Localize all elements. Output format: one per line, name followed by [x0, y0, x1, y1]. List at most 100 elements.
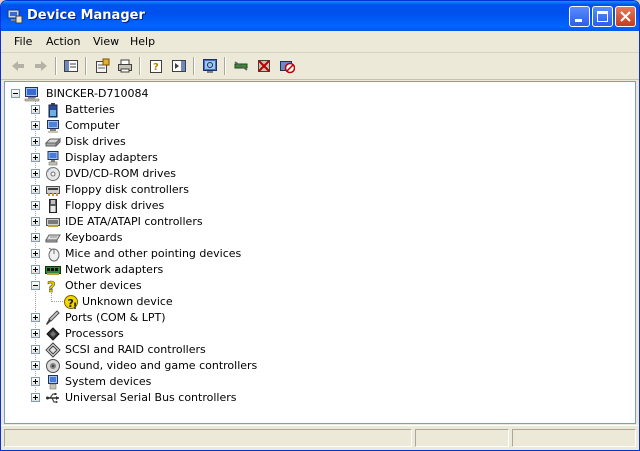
menu-help[interactable]: Help: [130, 35, 155, 48]
forward-icon[interactable]: [30, 56, 52, 76]
tree-item-disk-drives[interactable]: Disk drives: [5, 134, 305, 150]
device-manager-window: Device Manager File Action View Help ? B…: [0, 0, 640, 451]
expand-toggle[interactable]: [31, 393, 40, 402]
toolbar-separator: [224, 57, 226, 75]
show-hide-tree-icon[interactable]: [60, 56, 82, 76]
tree-item-batteries[interactable]: Batteries: [5, 102, 305, 118]
maximize-button[interactable]: [592, 6, 613, 27]
tree-root-label: BINCKER-D710084: [46, 87, 149, 100]
expand-toggle[interactable]: [31, 105, 40, 114]
expand-toggle[interactable]: [31, 233, 40, 242]
tree-item-scsi-raid[interactable]: SCSI and RAID controllers: [5, 342, 305, 358]
tree-item-label: DVD/CD-ROM drives: [65, 167, 176, 180]
tree-item-ide-controllers[interactable]: IDE ATA/ATAPI controllers: [5, 214, 305, 230]
print-icon[interactable]: [114, 56, 136, 76]
computer-icon: [45, 118, 61, 134]
tree-item-system-devices[interactable]: System devices: [5, 374, 305, 390]
status-bar: [1, 425, 639, 450]
expand-toggle[interactable]: [31, 313, 40, 322]
tree-item-usb-controllers[interactable]: Universal Serial Bus controllers: [5, 390, 305, 406]
expand-toggle[interactable]: [31, 153, 40, 162]
menu-view[interactable]: View: [93, 35, 119, 48]
collapse-toggle[interactable]: [31, 281, 40, 290]
question-icon: ?: [45, 278, 61, 297]
tree-item-network-adapters[interactable]: Network adapters: [5, 262, 305, 278]
back-icon[interactable]: [7, 56, 29, 76]
tree-item-unknown-device[interactable]: ?! Unknown device: [5, 294, 305, 312]
scsi-icon: [45, 342, 61, 358]
mouse-icon: [45, 246, 61, 262]
expand-toggle[interactable]: [31, 361, 40, 370]
expand-toggle[interactable]: [31, 265, 40, 274]
scan-hardware-icon[interactable]: [199, 56, 221, 76]
tree-item-mice[interactable]: Mice and other pointing devices: [5, 246, 305, 262]
device-tree[interactable]: BINCKER-D710084 Batteries Computer Disk …: [4, 81, 636, 424]
expand-toggle[interactable]: [31, 137, 40, 146]
expand-toggle[interactable]: [31, 345, 40, 354]
tree-item-keyboards[interactable]: Keyboards: [5, 230, 305, 246]
tree-item-label: Mice and other pointing devices: [65, 247, 242, 260]
tree-item-floppy-controllers[interactable]: Floppy disk controllers: [5, 182, 305, 198]
tree-item-dvd-cdrom[interactable]: DVD/CD-ROM drives: [5, 166, 305, 182]
tree-item-computer[interactable]: Computer: [5, 118, 305, 134]
tree-item-label: Ports (COM & LPT): [65, 311, 166, 324]
minimize-button[interactable]: [569, 6, 590, 27]
floppy-drive-icon: [45, 198, 61, 214]
device-manager-icon: [7, 8, 23, 24]
close-button[interactable]: [615, 6, 636, 27]
tree-item-label: Processors: [65, 327, 124, 340]
expand-toggle[interactable]: [31, 185, 40, 194]
computer-icon: [24, 86, 40, 102]
status-pane: [4, 429, 412, 447]
properties-icon[interactable]: [91, 56, 113, 76]
tree-item-floppy-drives[interactable]: Floppy disk drives: [5, 198, 305, 214]
tree-item-processors[interactable]: Processors: [5, 326, 305, 342]
status-pane: [512, 429, 636, 447]
menu-file[interactable]: File: [14, 35, 32, 48]
expand-toggle[interactable]: [31, 377, 40, 386]
tree-item-sound-video-game[interactable]: Sound, video and game controllers: [5, 358, 305, 374]
tree-item-display-adapters[interactable]: Display adapters: [5, 150, 305, 166]
svg-text:?: ?: [153, 62, 159, 73]
tree-item-label: IDE ATA/ATAPI controllers: [65, 215, 203, 228]
tree-item-ports[interactable]: Ports (COM & LPT): [5, 310, 305, 326]
help-icon[interactable]: ?: [145, 56, 167, 76]
expand-toggle[interactable]: [31, 217, 40, 226]
port-icon: [45, 310, 61, 326]
tree-item-label: Batteries: [65, 103, 115, 116]
menu-action[interactable]: Action: [46, 35, 80, 48]
tree-item-label: Floppy disk drives: [65, 199, 165, 212]
tree-root[interactable]: BINCKER-D710084: [5, 86, 305, 102]
toolbar: ?: [1, 53, 639, 80]
window-title: Device Manager: [27, 8, 145, 23]
uninstall-icon[interactable]: [253, 56, 275, 76]
toolbar-separator: [193, 57, 195, 75]
tree-item-label: Keyboards: [65, 231, 123, 244]
title-bar[interactable]: Device Manager: [1, 1, 639, 31]
tree-item-label: Other devices: [65, 279, 142, 292]
expand-toggle[interactable]: [31, 169, 40, 178]
battery-icon: [45, 102, 61, 118]
collapse-toggle[interactable]: [11, 89, 20, 98]
tree-item-label: Universal Serial Bus controllers: [65, 391, 237, 404]
expand-toggle[interactable]: [31, 121, 40, 130]
expand-toggle[interactable]: [31, 201, 40, 210]
svg-text:!: !: [73, 302, 77, 310]
usb-icon: [45, 390, 61, 406]
status-pane: [415, 429, 509, 447]
update-driver-icon[interactable]: [230, 56, 252, 76]
tree-item-label: Sound, video and game controllers: [65, 359, 258, 372]
disk-drive-icon: [44, 134, 62, 150]
expand-toggle[interactable]: [31, 249, 40, 258]
show-hide-action-pane-icon[interactable]: [168, 56, 190, 76]
disable-icon[interactable]: [276, 56, 298, 76]
tree-item-label: Unknown device: [82, 295, 173, 308]
tree-item-label: Disk drives: [65, 135, 126, 148]
tree-item-label: Floppy disk controllers: [65, 183, 189, 196]
toolbar-separator: [85, 57, 87, 75]
expand-toggle[interactable]: [31, 329, 40, 338]
tree-item-other-devices[interactable]: ? Other devices: [5, 278, 305, 297]
menu-bar: File Action View Help: [1, 31, 639, 53]
unknown-device-icon: ?!: [63, 294, 79, 312]
network-adapter-icon: [45, 262, 61, 278]
